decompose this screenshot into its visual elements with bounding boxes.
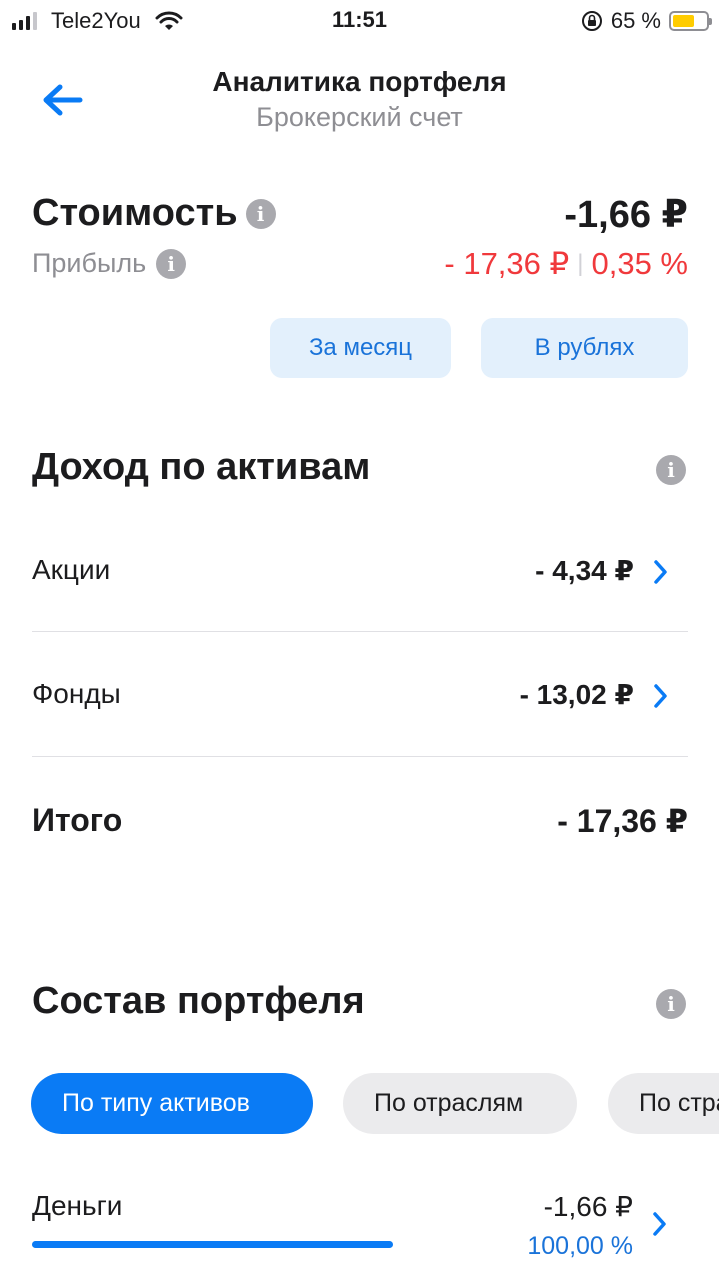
- tab-by-asset-type[interactable]: По типу активов: [31, 1073, 313, 1134]
- page-subtitle: Брокерский счет: [256, 102, 463, 132]
- value-label: Стоимость: [32, 192, 238, 234]
- portfolio-summary: Стоимость i Прибыль i -1,66 ₽ - 17,36 ₽ …: [32, 190, 688, 290]
- period-filter-button[interactable]: За месяц: [270, 318, 451, 378]
- income-section-title: Доход по активам: [32, 446, 371, 488]
- info-icon[interactable]: i: [656, 989, 686, 1019]
- asset-value: - 13,02 ₽: [519, 679, 634, 710]
- composition-section-title: Состав портфеля: [32, 980, 365, 1022]
- chevron-right-icon: [654, 684, 667, 708]
- income-row-stocks[interactable]: Акции - 4,34 ₽: [32, 542, 688, 602]
- composition-progress-bar: [32, 1241, 393, 1248]
- battery-fill: [673, 15, 694, 27]
- info-icon[interactable]: i: [156, 248, 187, 279]
- value-heading: Стоимость i: [32, 192, 276, 235]
- info-icon[interactable]: i: [656, 455, 686, 485]
- chevron-right-icon: [653, 1212, 666, 1236]
- composition-progress-fill: [32, 1241, 393, 1248]
- composition-item-value: -1,66 ₽: [543, 1191, 633, 1222]
- composition-item-percent: 100,00 %: [527, 1232, 633, 1260]
- info-icon[interactable]: i: [245, 198, 276, 229]
- portfolio-value: -1,66 ₽: [564, 194, 688, 236]
- orientation-lock-icon: [581, 11, 602, 31]
- profit-amount: - 17,36 ₽: [444, 246, 570, 281]
- asset-name: Фонды: [32, 678, 121, 709]
- income-total-label: Итого: [32, 802, 123, 838]
- asset-name: Акции: [32, 554, 111, 585]
- profit-values: - 17,36 ₽ | 0,35 %: [444, 246, 688, 282]
- income-total-value: - 17,36 ₽: [557, 803, 688, 839]
- profit-label: Прибыль: [32, 248, 147, 278]
- status-right: 65 %: [581, 8, 712, 34]
- divider: [32, 756, 688, 757]
- asset-value: - 4,34 ₽: [535, 555, 634, 586]
- profit-percent: 0,35 %: [591, 246, 688, 281]
- tab-by-sector[interactable]: По отраслям: [343, 1073, 577, 1134]
- page-title: Аналитика портфеля: [212, 66, 507, 97]
- status-bar: Tele2You 11:51 65 %: [0, 0, 719, 40]
- nav-header: Аналитика портфеля Брокерский счет: [0, 60, 719, 140]
- battery-icon: [669, 11, 712, 31]
- tab-by-country[interactable]: По странам: [608, 1073, 719, 1134]
- currency-filter-button[interactable]: В рублях: [481, 318, 688, 378]
- profit-separator: |: [577, 250, 584, 277]
- income-row-funds[interactable]: Фонды - 13,02 ₽: [32, 666, 688, 726]
- chevron-right-icon: [654, 560, 667, 584]
- profit-heading: Прибыль i: [32, 248, 187, 279]
- battery-percent: 65 %: [610, 8, 661, 33]
- composition-item-name: Деньги: [32, 1190, 123, 1221]
- divider: [32, 631, 688, 632]
